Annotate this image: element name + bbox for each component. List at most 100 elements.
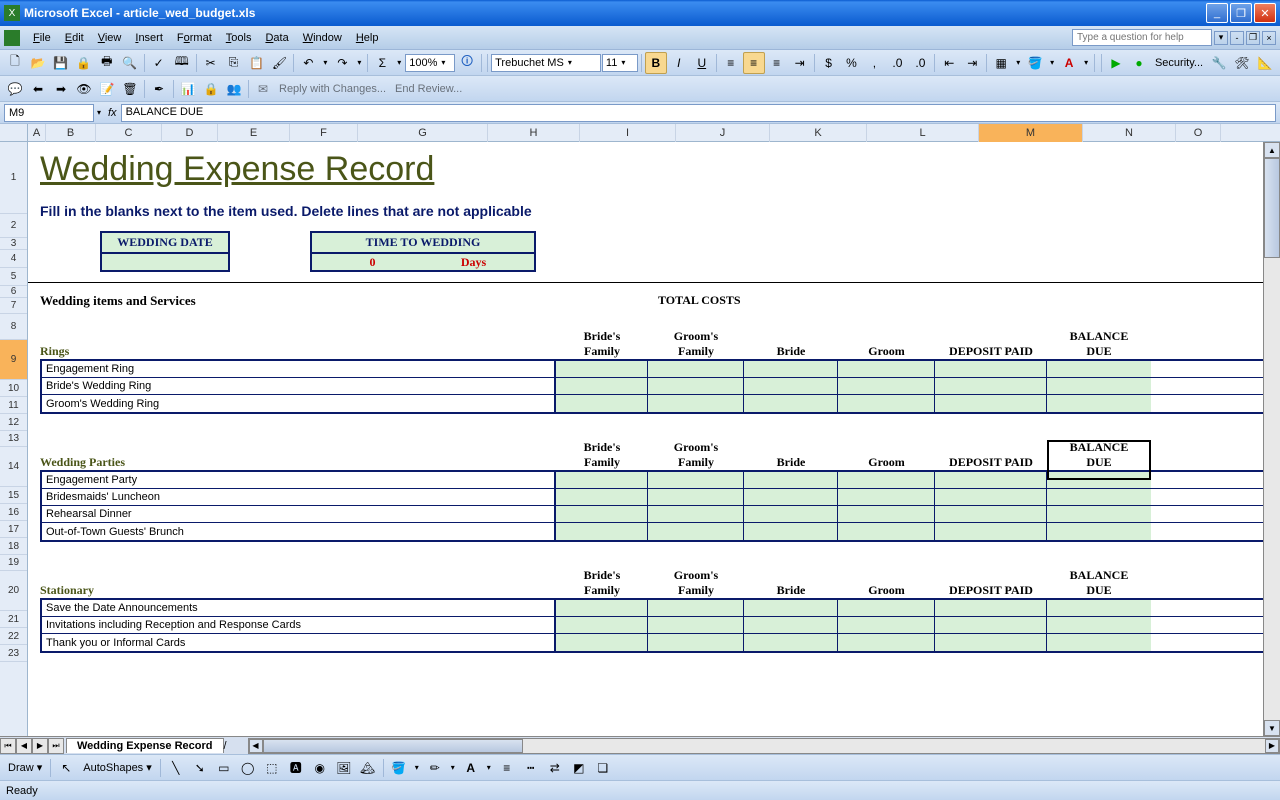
data-cell[interactable] — [556, 600, 648, 616]
autoshapes-menu[interactable]: AutoShapes ▾ — [79, 761, 156, 774]
table-row[interactable]: Engagement Ring — [42, 361, 1278, 378]
column-header-C[interactable]: C — [96, 124, 162, 142]
data-cell[interactable] — [744, 523, 838, 540]
row-header-20[interactable]: 20 — [0, 571, 27, 611]
scroll-down-button[interactable]: ▼ — [1264, 720, 1280, 736]
column-header-I[interactable]: I — [580, 124, 676, 142]
close-button[interactable]: ✕ — [1254, 3, 1276, 23]
picture-icon[interactable]: 🏔 — [357, 757, 379, 779]
diagram-icon[interactable]: ◉ — [309, 757, 331, 779]
spellcheck-icon[interactable]: ✓ — [148, 52, 170, 74]
data-cell[interactable] — [838, 600, 935, 616]
clipart-icon[interactable]: 🖼 — [333, 757, 355, 779]
show-comment-icon[interactable]: 👁 — [73, 78, 95, 100]
table-row[interactable]: Save the Date Announcements — [42, 600, 1278, 617]
permission-icon[interactable]: 🔒 — [73, 52, 95, 74]
data-cell[interactable] — [935, 489, 1047, 505]
menu-tools[interactable]: Tools — [219, 29, 259, 47]
data-cell[interactable] — [1047, 361, 1151, 377]
menu-data[interactable]: Data — [258, 29, 295, 47]
data-cell[interactable] — [935, 600, 1047, 616]
data-cell[interactable] — [838, 489, 935, 505]
data-cell[interactable] — [935, 506, 1047, 522]
row-header-17[interactable]: 17 — [0, 521, 27, 538]
autosum-icon[interactable]: Σ — [371, 52, 393, 74]
row-header-10[interactable]: 10 — [0, 380, 27, 397]
help-icon[interactable]: 🛈 — [456, 52, 478, 74]
decrease-indent-button[interactable]: ⇤ — [938, 52, 960, 74]
data-cell[interactable] — [1047, 489, 1151, 505]
help-search-input[interactable] — [1072, 29, 1212, 46]
data-cell[interactable] — [935, 395, 1047, 412]
data-cell[interactable] — [556, 472, 648, 488]
data-cell[interactable] — [744, 600, 838, 616]
data-cell[interactable] — [648, 506, 744, 522]
data-cell[interactable] — [1047, 634, 1151, 651]
dash-style-icon[interactable]: ┅ — [520, 757, 542, 779]
tab-nav-last[interactable]: ⏭ — [48, 738, 64, 754]
table-row[interactable]: Groom's Wedding Ring — [42, 395, 1278, 412]
line-color-icon[interactable]: ✏ — [424, 757, 446, 779]
data-cell[interactable] — [935, 361, 1047, 377]
data-cell[interactable] — [935, 523, 1047, 540]
select-all-corner[interactable] — [0, 124, 28, 142]
row-header-8[interactable]: 8 — [0, 314, 27, 340]
data-cell[interactable] — [744, 617, 838, 633]
vertical-scrollbar[interactable]: ▲ ▼ — [1263, 142, 1280, 736]
draw-menu[interactable]: Draw ▾ — [4, 761, 46, 774]
data-cell[interactable] — [648, 617, 744, 633]
protect-sheet-icon[interactable]: 🔒 — [200, 78, 222, 100]
align-center-button[interactable]: ≡ — [743, 52, 765, 74]
menu-format[interactable]: Format — [170, 29, 219, 47]
security-button[interactable]: Security... — [1151, 57, 1207, 69]
comma-button[interactable]: , — [863, 52, 885, 74]
row-header-3[interactable]: 3 — [0, 238, 27, 250]
row-header-12[interactable]: 12 — [0, 414, 27, 431]
new-icon[interactable]: 🗋 — [4, 52, 26, 74]
data-cell[interactable] — [1047, 395, 1151, 412]
undo-icon[interactable]: ↶ — [297, 52, 319, 74]
menu-view[interactable]: View — [91, 29, 129, 47]
column-header-O[interactable]: O — [1176, 124, 1221, 142]
wedding-date-value[interactable] — [102, 254, 228, 270]
data-cell[interactable] — [838, 361, 935, 377]
paste-icon[interactable]: 📋 — [246, 52, 268, 74]
data-cell[interactable] — [744, 378, 838, 394]
column-header-N[interactable]: N — [1083, 124, 1176, 142]
print-preview-icon[interactable]: 🔍 — [119, 52, 141, 74]
shadow-icon[interactable]: ◩ — [568, 757, 590, 779]
maximize-button[interactable]: ❐ — [1230, 3, 1252, 23]
open-icon[interactable]: 📂 — [27, 52, 49, 74]
arrow-icon[interactable]: ➘ — [189, 757, 211, 779]
delete-comment-icon[interactable]: 🗑 — [119, 78, 141, 100]
row-headers[interactable]: 1234567891011121314151617181920212223 — [0, 142, 28, 736]
data-cell[interactable] — [556, 634, 648, 651]
doc-close-button[interactable]: × — [1262, 31, 1276, 45]
menu-help[interactable]: Help — [349, 29, 386, 47]
line-icon[interactable]: ╲ — [165, 757, 187, 779]
table-row[interactable]: Bridesmaids' Luncheon — [42, 489, 1278, 506]
app-icon[interactable] — [4, 30, 20, 46]
data-cell[interactable] — [648, 523, 744, 540]
formula-bar[interactable]: BALANCE DUE — [121, 104, 1276, 122]
currency-button[interactable]: $ — [818, 52, 840, 74]
data-cell[interactable] — [838, 617, 935, 633]
row-header-16[interactable]: 16 — [0, 504, 27, 521]
font-color-draw-icon[interactable]: A — [460, 757, 482, 779]
sheet-tab[interactable]: Wedding Expense Record — [66, 738, 224, 753]
send-mail-icon[interactable]: ✉ — [252, 78, 274, 100]
data-cell[interactable] — [744, 634, 838, 651]
menu-edit[interactable]: Edit — [58, 29, 91, 47]
table-row[interactable]: Bride's Wedding Ring — [42, 378, 1278, 395]
select-objects-icon[interactable]: ↖ — [55, 757, 77, 779]
data-cell[interactable] — [556, 489, 648, 505]
data-cell[interactable] — [556, 506, 648, 522]
row-header-7[interactable]: 7 — [0, 298, 27, 314]
end-review-button[interactable]: End Review... — [391, 83, 466, 95]
format-painter-icon[interactable]: 🖌 — [268, 52, 290, 74]
design-mode-icon[interactable]: 📐 — [1254, 52, 1276, 74]
data-cell[interactable] — [935, 617, 1047, 633]
menu-window[interactable]: Window — [296, 29, 349, 47]
minimize-button[interactable]: _ — [1206, 3, 1228, 23]
borders-button[interactable]: ▦ — [990, 52, 1012, 74]
